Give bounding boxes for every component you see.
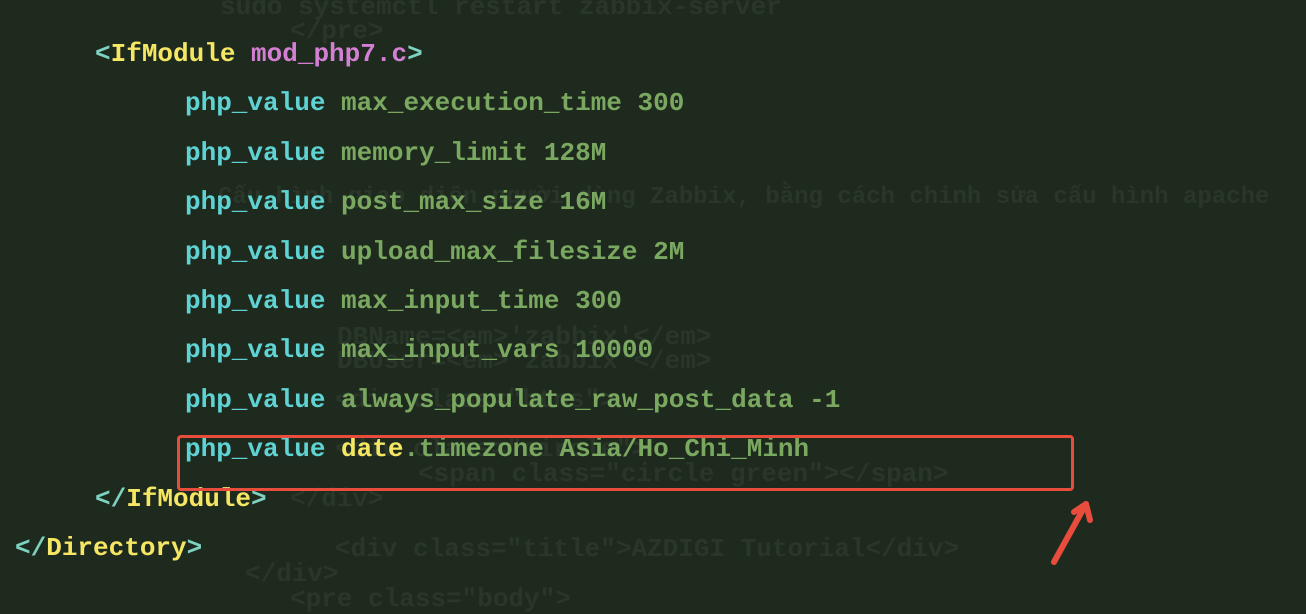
- ifmodule-close-tag: </IfModule>: [15, 475, 1291, 524]
- directive: php_value: [185, 335, 325, 365]
- tag-name: IfModule: [111, 39, 236, 69]
- tag-name: IfModule: [126, 484, 251, 514]
- tag-name: Directory: [46, 533, 186, 563]
- timezone-value: .timezone Asia/Ho_Chi_Minh: [403, 434, 809, 464]
- php-value-line: php_value max_input_vars 10000: [15, 326, 1291, 375]
- php-value-line: php_value memory_limit 128M: [15, 129, 1291, 178]
- php-value-line: php_value always_populate_raw_post_data …: [15, 376, 1291, 425]
- directive: php_value: [185, 88, 325, 118]
- ifmodule-open-tag: <IfModule mod_php7.c>: [15, 30, 1291, 79]
- bracket: </: [95, 484, 126, 514]
- date-key: date: [341, 434, 403, 464]
- param-value: max_input_vars 10000: [341, 335, 653, 365]
- param-value: memory_limit 128M: [341, 138, 606, 168]
- param-value: max_input_time 300: [341, 286, 622, 316]
- bracket: <: [95, 39, 111, 69]
- directory-close-tag: </Directory>: [15, 524, 1291, 573]
- bracket: >: [407, 39, 423, 69]
- bracket: </: [15, 533, 46, 563]
- param-value: always_populate_raw_post_data -1: [341, 385, 840, 415]
- php-value-line: php_value max_execution_time 300: [15, 79, 1291, 128]
- param-value: upload_max_filesize 2M: [341, 237, 684, 267]
- php-value-line: php_value upload_max_filesize 2M: [15, 228, 1291, 277]
- php-value-line: php_value post_max_size 16M: [15, 178, 1291, 227]
- php-value-timezone-line: php_value date.timezone Asia/Ho_Chi_Minh: [15, 425, 1291, 474]
- code-block: <IfModule mod_php7.c> php_value max_exec…: [15, 30, 1291, 573]
- param-value: max_execution_time 300: [341, 88, 684, 118]
- php-value-line: php_value max_input_time 300: [15, 277, 1291, 326]
- param-value: post_max_size 16M: [341, 187, 606, 217]
- directive: php_value: [185, 187, 325, 217]
- bracket: >: [251, 484, 267, 514]
- space: [235, 39, 251, 69]
- module-name: mod_php7.c: [251, 39, 407, 69]
- directive: php_value: [185, 237, 325, 267]
- bracket: >: [187, 533, 203, 563]
- directive: php_value: [185, 138, 325, 168]
- directive: php_value: [185, 434, 325, 464]
- directive: php_value: [185, 385, 325, 415]
- directive: php_value: [185, 286, 325, 316]
